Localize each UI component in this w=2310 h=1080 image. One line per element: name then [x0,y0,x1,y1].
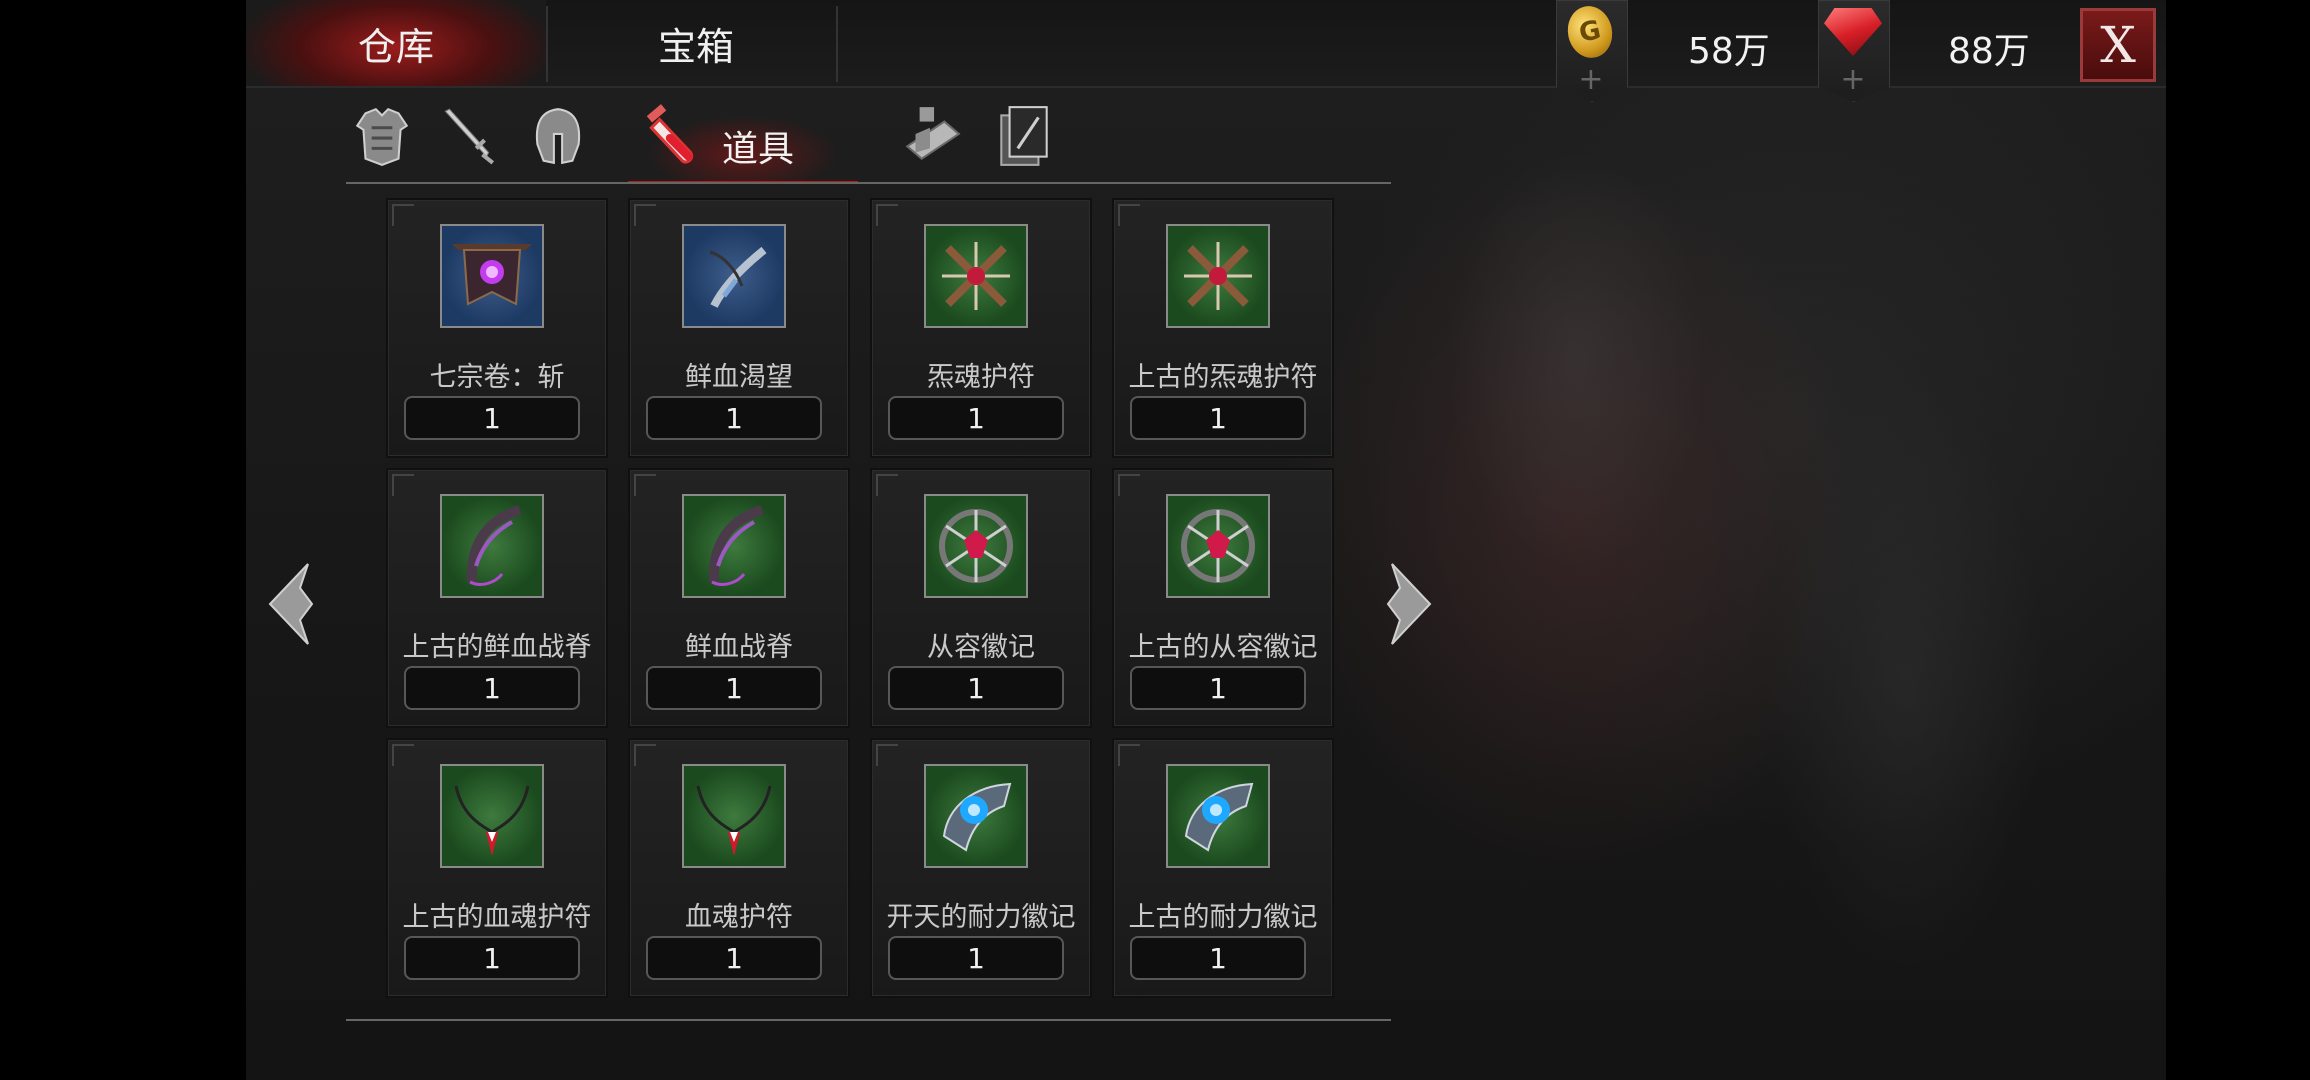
item-slot[interactable]: 血魂护符 1 [628,738,850,998]
divider [346,182,1391,184]
item-name: 血魂护符 [685,902,793,933]
item-name: 上古的鲜血战脊 [402,632,592,663]
item-name: 上古的耐力徽记 [1128,902,1318,933]
item-quantity: 1 [646,666,822,710]
slot-corner [876,204,898,226]
category-bar: 道具 [346,92,1391,184]
close-button[interactable]: X [2080,8,2156,82]
item-slot[interactable]: 从容徽记 1 [870,468,1092,728]
item-slot[interactable]: 上古的炁魂护符 1 [1112,198,1334,458]
background-figure [1766,380,2046,980]
item-quantity: 1 [404,936,580,980]
slot-corner [392,204,414,226]
item-slot[interactable]: 鲜血战脊 1 [628,468,850,728]
item-quantity: 1 [888,936,1064,980]
slot-corner [634,474,656,496]
category-label-items: 道具 [722,129,795,170]
item-name: 从容徽记 [927,632,1035,663]
top-bar: 仓库 宝箱 G + 58万 + 88万 X [246,0,2166,102]
item-name: 七宗卷：斩 [429,362,565,393]
tab-treasure-chest[interactable]: 宝箱 [546,0,846,86]
gem-emblem-icon [924,494,1028,598]
card-icon[interactable] [988,98,1060,174]
slot-corner [392,474,414,496]
item-slot[interactable]: 上古的鲜血战脊 1 [386,468,608,728]
item-name: 炁魂护符 [927,362,1035,393]
item-slot[interactable]: 七宗卷：斩 1 [386,198,608,458]
helmet-icon[interactable] [522,98,594,174]
slot-corner [634,204,656,226]
item-quantity: 1 [888,666,1064,710]
blue-orb-icon [924,764,1028,868]
item-name: 上古的血魂护符 [402,902,592,933]
potion-vial-icon[interactable] [636,98,708,174]
slot-corner [1118,204,1140,226]
gold-add-button[interactable]: G + [1556,0,1628,102]
armor-icon[interactable] [346,98,418,174]
item-slot[interactable]: 开天的耐力徽记 1 [870,738,1092,998]
item-quantity: 1 [1130,396,1306,440]
plus-icon: + [1578,62,1604,97]
item-quantity: 1 [404,666,580,710]
item-name: 开天的耐力徽记 [886,902,1076,933]
slot-corner [392,744,414,766]
right-arrow-icon[interactable] [1384,560,1440,648]
slot-corner [1118,744,1140,766]
item-name: 鲜血战脊 [685,632,793,663]
item-quantity: 1 [1130,666,1306,710]
slot-corner [634,744,656,766]
item-quantity: 1 [404,396,580,440]
item-quantity: 1 [888,396,1064,440]
item-quantity: 1 [646,396,822,440]
left-arrow-icon[interactable] [260,560,316,648]
spine-scythe-icon [682,494,786,598]
item-quantity: 1 [646,936,822,980]
item-slot[interactable]: 上古的耐力徽记 1 [1112,738,1334,998]
pendant-icon [440,764,544,868]
slot-corner [876,474,898,496]
cross-amulet-icon [924,224,1028,328]
slot-corner [1118,474,1140,496]
item-quantity: 1 [1130,936,1306,980]
item-slot[interactable]: 上古的血魂护符 1 [386,738,608,998]
gem-amount: 88万 [1948,31,2030,72]
item-slot[interactable]: 上古的从容徽记 1 [1112,468,1334,728]
cross-amulet-icon [1166,224,1270,328]
slot-corner [876,744,898,766]
game-screen: 仓库 宝箱 G + 58万 + 88万 X 道具 七宗卷：斩 1 鲜血渴望 1 … [246,0,2166,1080]
blade-icon [682,224,786,328]
gem-add-button[interactable]: + [1818,0,1890,102]
banner-icon [440,224,544,328]
item-name: 上古的从容徽记 [1128,632,1318,663]
gold-amount: 58万 [1688,31,1770,72]
spine-scythe-icon [440,494,544,598]
divider [836,6,838,82]
item-slot[interactable]: 鲜血渴望 1 [628,198,850,458]
divider [346,1019,1391,1021]
background-figure [1446,150,1706,570]
plus-icon: + [1840,62,1866,97]
scroll-icon[interactable] [896,98,968,174]
item-name: 鲜血渴望 [685,362,793,393]
gem-emblem-icon [1166,494,1270,598]
item-name: 上古的炁魂护符 [1128,362,1318,393]
item-slot[interactable]: 炁魂护符 1 [870,198,1092,458]
sword-icon[interactable] [432,98,504,174]
blue-orb-icon [1166,764,1270,868]
tab-warehouse[interactable]: 仓库 [246,0,546,86]
pendant-icon [682,764,786,868]
